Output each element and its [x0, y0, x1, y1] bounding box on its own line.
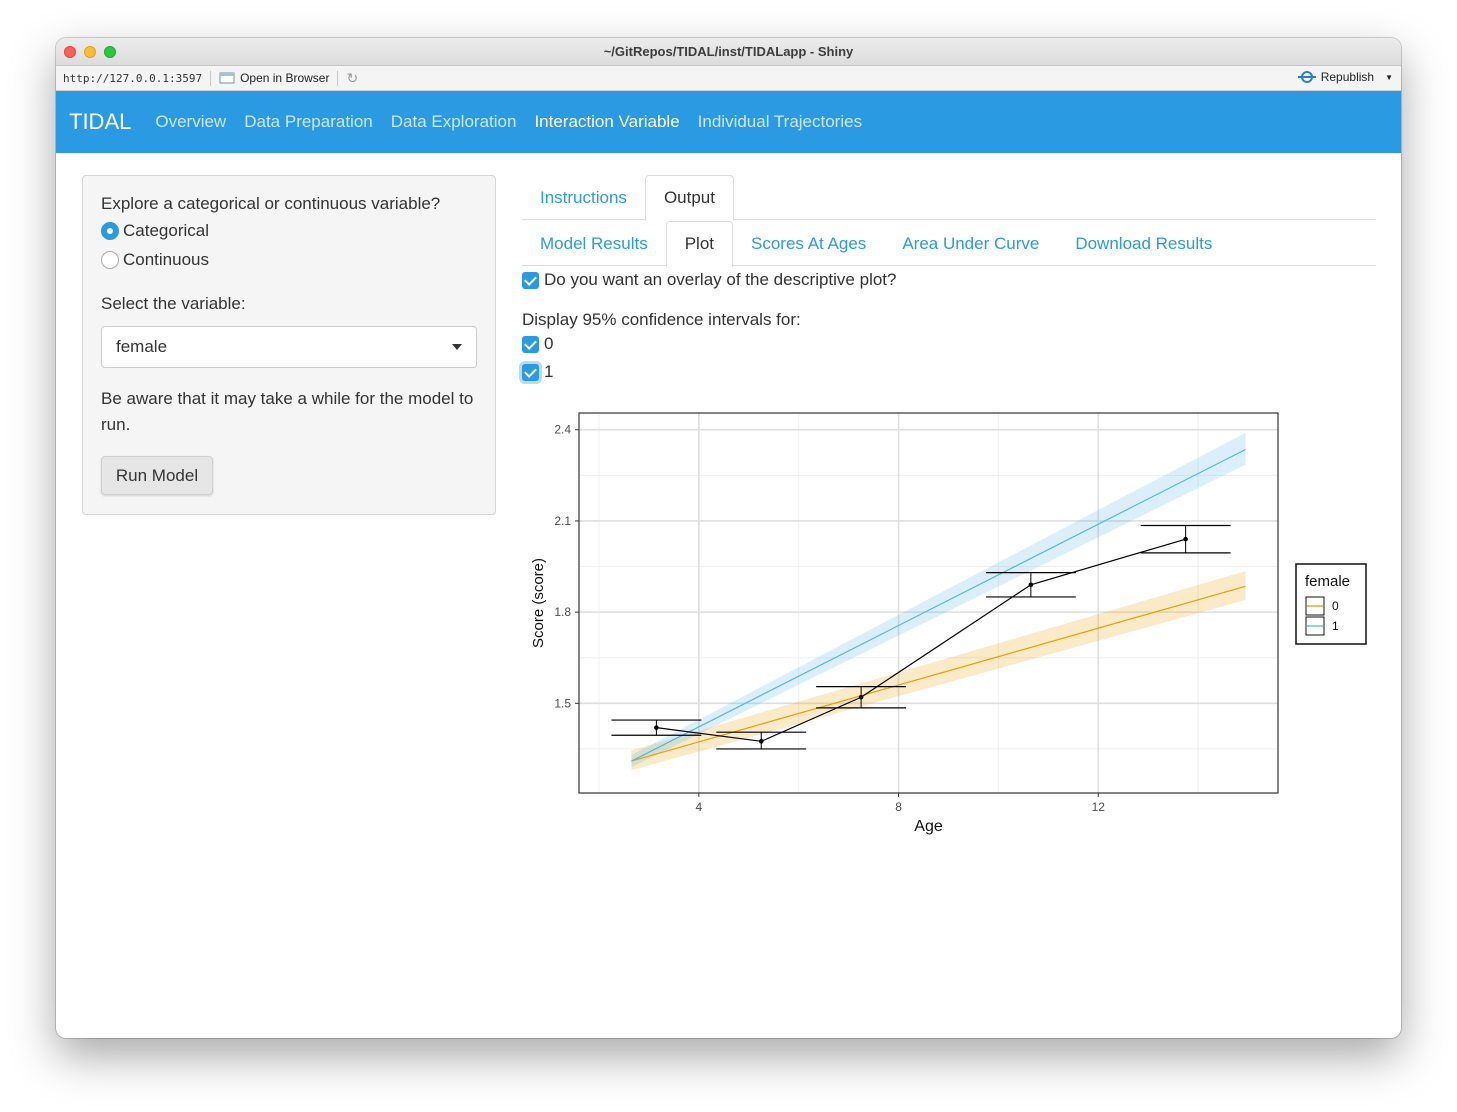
sidebar-panel: Explore a categorical or continuous vari…: [82, 175, 496, 515]
radio-categorical[interactable]: Categorical: [101, 218, 477, 243]
refresh-icon[interactable]: ↻: [346, 70, 358, 87]
y-axis-title: Score (score): [530, 558, 547, 648]
toolbar-divider: [210, 70, 212, 86]
main-panel: Instructions Output Model Results Plot S…: [522, 175, 1376, 848]
overlay-checkbox[interactable]: [522, 271, 539, 289]
overlay-label: Do you want an overlay of the descriptiv…: [544, 270, 897, 289]
descriptive-point: [1028, 582, 1034, 588]
nav-individual-trajectories[interactable]: Individual Trajectories: [698, 112, 862, 132]
tab-output[interactable]: Output: [644, 175, 734, 221]
descriptive-point: [858, 694, 864, 700]
top-navbar: TIDAL Overview Data Preparation Data Exp…: [56, 91, 1401, 153]
variable-select-value: female: [116, 337, 168, 356]
url-text[interactable]: http://127.0.0.1:3597: [63, 72, 202, 85]
variable-select[interactable]: female: [101, 326, 477, 368]
radio-selected-icon[interactable]: [101, 221, 119, 240]
y-tick-label: 1.8: [554, 605, 571, 619]
nav-overview[interactable]: Overview: [155, 112, 226, 132]
chevron-down-icon: ▼: [1385, 72, 1393, 82]
descriptive-point: [1183, 536, 1188, 542]
nav-data-preparation[interactable]: Data Preparation: [244, 112, 373, 132]
y-tick-label: 1.5: [554, 696, 571, 710]
descriptive-point: [758, 739, 764, 744]
descriptive-point: [654, 725, 659, 730]
x-tick-label: 12: [1092, 800, 1106, 814]
tab-plot[interactable]: Plot: [665, 221, 734, 267]
nav-data-exploration[interactable]: Data Exploration: [391, 112, 517, 132]
viewer-toolbar: http://127.0.0.1:3597 Open in Browser ↻ …: [56, 66, 1401, 91]
x-tick-label: 8: [895, 800, 902, 814]
tab-model-results[interactable]: Model Results: [522, 221, 666, 266]
tab-scores-at-ages[interactable]: Scores At Ages: [733, 221, 884, 266]
window-title: ~/GitRepos/TIDAL/inst/TIDALapp - Shiny: [603, 44, 854, 59]
ci-checkbox-0[interactable]: [522, 335, 539, 353]
republish-button[interactable]: Republish ▼: [1297, 70, 1393, 84]
outer-tabs: Instructions Output: [522, 175, 1376, 221]
interaction-plot: 4 8 12 1.5 1.8 2.1 2.4 Age Score (score) female 0 1: [530, 412, 1367, 835]
title-bar: ~/GitRepos/TIDAL/inst/TIDALapp - Shiny: [56, 38, 1401, 66]
ci-checkbox-row-0[interactable]: 0: [522, 330, 1376, 358]
ci-label: Display 95% confidence intervals for:: [522, 310, 801, 329]
variable-type-question: Explore a categorical or continuous vari…: [101, 194, 441, 213]
caret-down-icon: [452, 344, 462, 350]
legend-label-0: 0: [1332, 599, 1339, 613]
radio-continuous[interactable]: Continuous: [101, 247, 477, 272]
y-tick-label: 2.1: [554, 514, 571, 528]
x-axis-title: Age: [914, 818, 943, 835]
nav-interaction-variable[interactable]: Interaction Variable: [534, 112, 679, 132]
open-browser-icon: [219, 72, 235, 84]
republish-label: Republish: [1320, 70, 1375, 84]
app-window: ~/GitRepos/TIDAL/inst/TIDALapp - Shiny h…: [56, 38, 1401, 1038]
tab-download-results[interactable]: Download Results: [1057, 221, 1230, 266]
inner-tabs: Model Results Plot Scores At Ages Area U…: [522, 221, 1376, 267]
ci-checkbox-1[interactable]: [522, 363, 539, 381]
overlay-checkbox-row[interactable]: Do you want an overlay of the descriptiv…: [522, 266, 1376, 294]
tab-instructions[interactable]: Instructions: [522, 175, 645, 220]
publish-icon: [1297, 71, 1316, 83]
tab-area-under-curve[interactable]: Area Under Curve: [884, 221, 1057, 266]
toolbar-divider: [337, 70, 339, 86]
model-run-note: Be aware that it may take a while for th…: [101, 389, 474, 434]
radio-unselected-icon[interactable]: [101, 250, 119, 269]
legend-title: female: [1305, 573, 1350, 590]
ci-label-0: 0: [544, 334, 554, 353]
x-tick-label: 4: [695, 800, 702, 814]
app-brand[interactable]: TIDAL: [69, 109, 131, 135]
y-tick-label: 2.4: [554, 423, 571, 437]
open-in-browser-label: Open in Browser: [240, 71, 330, 85]
run-model-button[interactable]: Run Model: [101, 456, 213, 495]
legend-label-1: 1: [1332, 619, 1339, 633]
select-variable-label: Select the variable:: [101, 294, 246, 313]
ci-label-1: 1: [544, 362, 554, 381]
open-in-browser-button[interactable]: Open in Browser: [219, 71, 329, 85]
radio-label-categorical: Categorical: [123, 220, 209, 240]
ci-checkbox-row-1[interactable]: 1: [522, 358, 1376, 386]
radio-label-continuous: Continuous: [123, 249, 210, 269]
